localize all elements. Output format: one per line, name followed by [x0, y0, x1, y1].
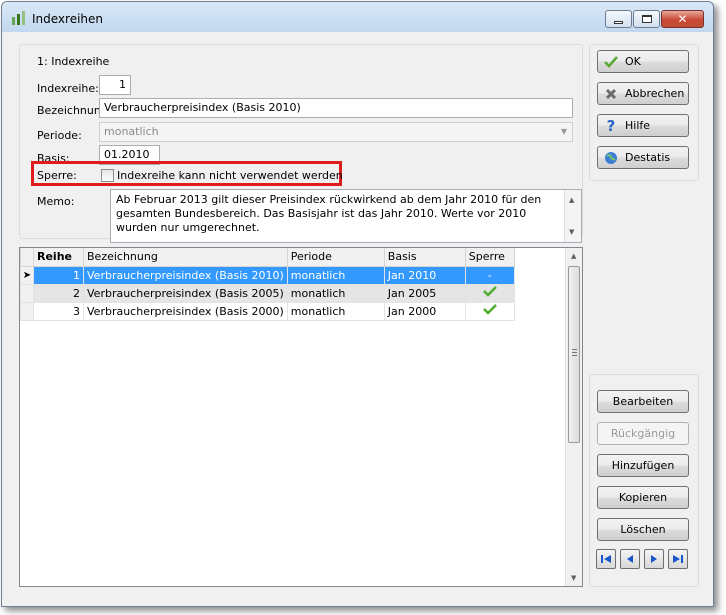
row-indicator-header — [20, 248, 34, 267]
abbrechen-button[interactable]: Abbrechen — [597, 82, 689, 105]
scrollbar-thumb[interactable] — [568, 266, 580, 443]
check-icon — [482, 286, 497, 297]
periode-value: monatlich — [104, 125, 159, 138]
cell-bezeichnung[interactable]: Verbraucherpreisindex (Basis 2010) — [83, 265, 288, 285]
sperre-checkbox[interactable] — [101, 169, 114, 182]
close-icon: ✕ — [677, 12, 688, 26]
periode-dropdown[interactable]: monatlich ▼ — [99, 122, 573, 142]
minimize-icon — [614, 20, 623, 24]
bearbeiten-button[interactable]: Bearbeiten — [597, 390, 689, 413]
hilfe-label: Hilfe — [625, 119, 651, 132]
destatis-label: Destatis — [625, 151, 671, 164]
close-button[interactable]: ✕ — [661, 10, 704, 28]
minimize-button[interactable] — [605, 10, 632, 28]
first-record-button[interactable] — [596, 549, 616, 569]
check-icon — [603, 54, 619, 70]
indexreihen-grid[interactable]: Reihe Bezeichnung Periode Basis Sperre ➤… — [19, 247, 583, 587]
table-row[interactable]: 2 Verbraucherpreisindex (Basis 2005) mon… — [20, 283, 515, 303]
row-indicator — [20, 283, 34, 303]
title-bar[interactable]: Indexreihen ✕ — [2, 2, 713, 32]
indexreihen-window: Indexreihen ✕ 1: Indexreihe Indexreihe: … — [1, 1, 714, 607]
last-record-icon — [673, 555, 683, 563]
table-row[interactable]: ➤ 1 Verbraucherpreisindex (Basis 2010) m… — [20, 265, 515, 285]
periode-label: Periode: — [37, 129, 82, 142]
check-icon — [482, 304, 497, 315]
memo-label: Memo: — [37, 195, 75, 208]
ok-button[interactable]: OK — [597, 50, 689, 73]
scroll-up-icon[interactable]: ▲ — [571, 252, 576, 260]
hilfe-button[interactable]: ? Hilfe — [597, 114, 689, 137]
loeschen-button[interactable]: Löschen — [597, 518, 689, 541]
cell-reihe[interactable]: 2 — [33, 283, 84, 303]
cell-bezeichnung[interactable]: Verbraucherpreisindex (Basis 2000) — [83, 301, 288, 321]
row-indicator — [20, 301, 34, 321]
chevron-down-icon: ▼ — [560, 127, 567, 136]
previous-record-icon — [627, 555, 633, 563]
cell-sperre[interactable] — [464, 301, 515, 321]
cell-sperre[interactable]: - — [464, 265, 515, 285]
action-button-panel: OK Abbrechen ? Hilfe Destatis — [589, 44, 699, 181]
cell-periode[interactable]: monatlich — [286, 265, 385, 285]
help-icon: ? — [606, 116, 616, 135]
globe-icon — [603, 150, 619, 166]
cell-basis[interactable]: Jan 2000 — [383, 301, 466, 321]
cell-periode[interactable]: monatlich — [286, 301, 385, 321]
cell-basis[interactable]: Jan 2005 — [383, 283, 466, 303]
indexreihe-form: 1: Indexreihe Indexreihe: 1 Bezeichnung:… — [19, 44, 583, 243]
cell-periode[interactable]: monatlich — [286, 283, 385, 303]
cell-reihe[interactable]: 1 — [33, 265, 84, 285]
ok-label: OK — [625, 55, 641, 68]
current-row-pointer-icon: ➤ — [20, 265, 34, 285]
bezeichnung-field[interactable]: Verbraucherpreisindex (Basis 2010) — [99, 98, 573, 118]
column-header-bezeichnung[interactable]: Bezeichnung — [83, 248, 288, 267]
hinzufuegen-button[interactable]: Hinzufügen — [597, 454, 689, 477]
last-record-button[interactable] — [668, 549, 688, 569]
next-record-button[interactable] — [644, 549, 664, 569]
cell-basis[interactable]: Jan 2010 — [383, 265, 466, 285]
maximize-icon — [641, 15, 652, 23]
kopieren-button[interactable]: Kopieren — [597, 486, 689, 509]
grid-scrollbar[interactable]: ▲ ▼ — [565, 248, 582, 586]
sperre-checkbox-label[interactable]: Indexreihe kann nicht verwendet werden — [117, 169, 343, 182]
column-header-reihe[interactable]: Reihe — [33, 248, 84, 267]
app-index-icon — [12, 11, 25, 25]
abbrechen-label: Abbrechen — [625, 87, 685, 100]
scroll-up-icon[interactable]: ▲ — [569, 193, 574, 207]
column-header-basis[interactable]: Basis — [383, 248, 466, 267]
memo-field[interactable]: Ab Februar 2013 gilt dieser Preisindex r… — [110, 189, 582, 243]
cell-reihe[interactable]: 3 — [33, 301, 84, 321]
sperre-label: Sperre: — [37, 169, 77, 182]
window-title: Indexreihen — [32, 12, 104, 26]
scroll-down-icon[interactable]: ▼ — [569, 225, 574, 239]
next-record-icon — [651, 555, 657, 563]
cancel-x-icon — [603, 86, 619, 102]
scroll-down-icon[interactable]: ▼ — [571, 574, 576, 582]
first-record-icon — [601, 555, 611, 563]
dialog-body: 1: Indexreihe Indexreihe: 1 Bezeichnung:… — [9, 32, 707, 601]
previous-record-button[interactable] — [620, 549, 640, 569]
cell-sperre[interactable] — [464, 283, 515, 303]
memo-scrollbar[interactable]: ▲ ▼ — [564, 190, 581, 242]
indexreihe-field[interactable]: 1 — [99, 75, 131, 95]
maximize-button[interactable] — [633, 10, 660, 28]
cell-bezeichnung[interactable]: Verbraucherpreisindex (Basis 2005) — [83, 283, 288, 303]
section-label: 1: Indexreihe — [37, 55, 110, 68]
table-row[interactable]: 3 Verbraucherpreisindex (Basis 2000) mon… — [20, 301, 515, 321]
indexreihe-label: Indexreihe: — [37, 82, 99, 95]
column-header-periode[interactable]: Periode — [286, 248, 385, 267]
grid-table: Reihe Bezeichnung Periode Basis Sperre ➤… — [20, 248, 515, 321]
grid-header-row: Reihe Bezeichnung Periode Basis Sperre — [20, 248, 515, 267]
column-header-sperre[interactable]: Sperre — [464, 248, 515, 267]
memo-text: Ab Februar 2013 gilt dieser Preisindex r… — [116, 193, 542, 234]
destatis-button[interactable]: Destatis — [597, 146, 689, 169]
grip-icon — [572, 349, 577, 356]
rueckgaengig-button[interactable]: Rückgängig — [597, 422, 689, 445]
